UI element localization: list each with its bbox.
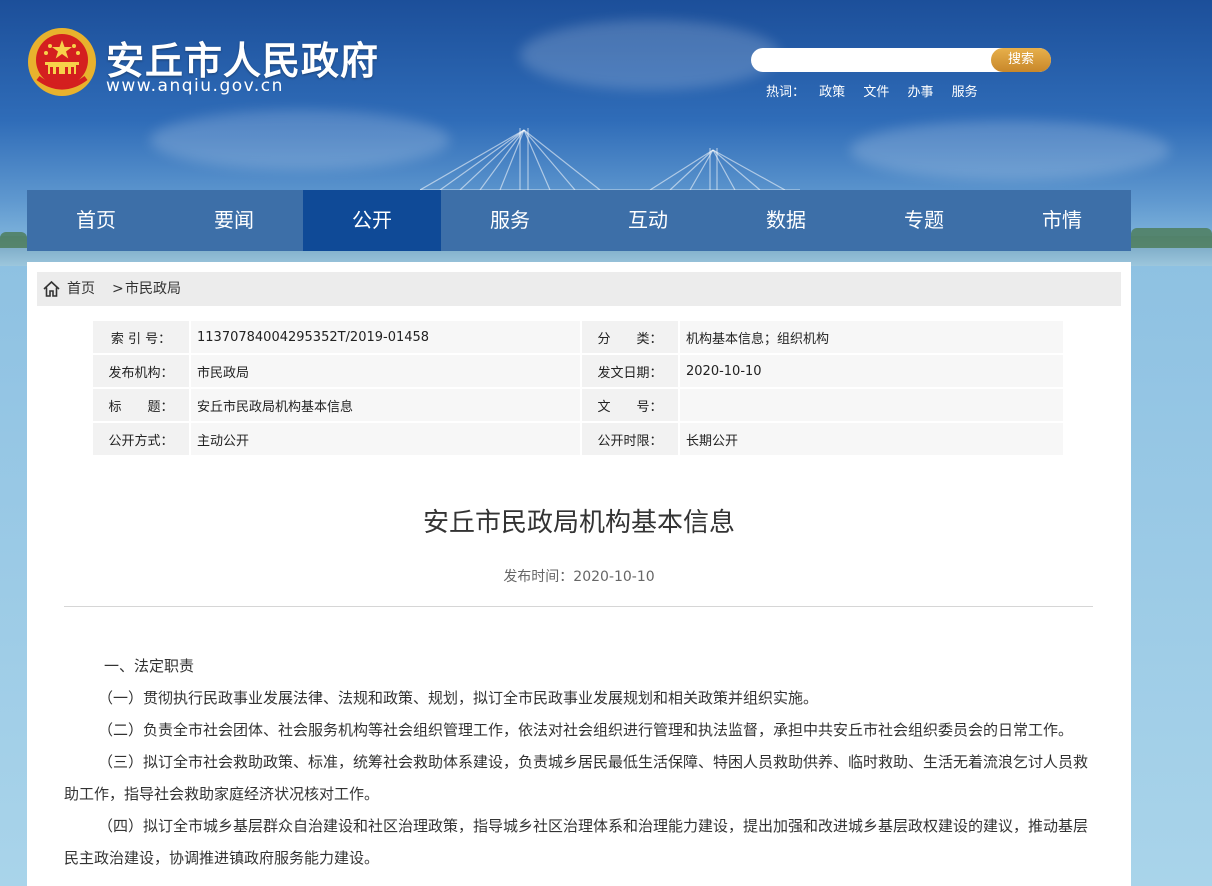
body-paragraph: （四）拟订全市城乡基层群众自治建设和社区治理政策，指导城乡社区治理体系和治理能力…	[64, 817, 1089, 867]
table-row: 索 引 号： 11370784004295352T/2019-01458 分 类…	[93, 321, 1063, 353]
meta-value: 主动公开	[191, 423, 580, 455]
nav-item-data[interactable]: 数据	[717, 190, 855, 251]
main-nav: 首页 要闻 公开 服务 互动 数据 专题 市情	[27, 190, 1131, 251]
hotword-link[interactable]: 政策	[819, 85, 845, 100]
divider	[64, 606, 1093, 607]
hotword-link[interactable]: 服务	[952, 85, 978, 100]
cloud-decoration	[520, 20, 780, 90]
nav-item-city-info[interactable]: 市情	[993, 190, 1131, 251]
publish-time: 发布时间：2020-10-10	[503, 569, 655, 585]
search-input[interactable]	[761, 51, 986, 69]
meta-value: 机构基本信息；组织机构	[680, 321, 1063, 353]
search-button[interactable]: 搜索	[991, 48, 1051, 72]
meta-label: 标 题：	[93, 389, 189, 421]
meta-value	[680, 389, 1063, 421]
body-paragraph: （一）贯彻执行民政事业发展法律、法规和政策、规划，拟订全市民政事业发展规划和相关…	[98, 689, 819, 707]
table-row: 发布机构： 市民政局 发文日期： 2020-10-10	[93, 355, 1063, 387]
hotword-link[interactable]: 办事	[907, 85, 933, 100]
body-paragraph: （三）拟订全市社会救助政策、标准，统筹社会救助体系建设，负责城乡居民最低生活保障…	[64, 753, 1089, 803]
meta-label: 文 号：	[582, 389, 678, 421]
article-body: 一、法定职责 （一）贯彻执行民政事业发展法律、法规和政策、规划，拟订全市民政事业…	[64, 650, 1093, 874]
search-bar: 搜索	[751, 48, 1051, 72]
document-meta-table: 索 引 号： 11370784004295352T/2019-01458 分 类…	[91, 319, 1065, 457]
cloud-decoration	[850, 120, 1170, 180]
trees-decoration	[0, 232, 27, 248]
table-row: 公开方式： 主动公开 公开时限： 长期公开	[93, 423, 1063, 455]
bridge-illustration	[420, 128, 800, 190]
breadcrumb: 首页 > 市民政局	[37, 272, 1121, 306]
nav-item-topics[interactable]: 专题	[855, 190, 993, 251]
hotword-link[interactable]: 文件	[863, 85, 889, 100]
meta-label: 发布机构：	[93, 355, 189, 387]
national-emblem-logo	[28, 28, 96, 96]
meta-label: 发文日期：	[582, 355, 678, 387]
meta-value: 安丘市民政局机构基本信息	[191, 389, 580, 421]
meta-label: 分 类：	[582, 321, 678, 353]
meta-value: 11370784004295352T/2019-01458	[191, 321, 580, 353]
breadcrumb-current[interactable]: 市民政局	[125, 272, 181, 306]
meta-label: 公开方式：	[93, 423, 189, 455]
section-heading: 一、法定职责	[104, 657, 195, 675]
meta-label: 公开时限：	[582, 423, 678, 455]
breadcrumb-home-link[interactable]: 首页	[67, 272, 95, 306]
site-url: www.anqiu.gov.cn	[106, 76, 284, 96]
nav-item-services[interactable]: 服务	[441, 190, 579, 251]
content-panel: 首页 > 市民政局 索 引 号： 11370784004295352T/2019…	[27, 262, 1131, 886]
meta-value: 长期公开	[680, 423, 1063, 455]
nav-item-disclosure[interactable]: 公开	[303, 190, 441, 251]
hotwords-label: 热词：	[766, 85, 806, 100]
table-row: 标 题： 安丘市民政局机构基本信息 文 号：	[93, 389, 1063, 421]
nav-item-home[interactable]: 首页	[27, 190, 165, 251]
meta-label: 索 引 号：	[93, 321, 189, 353]
nav-item-interaction[interactable]: 互动	[579, 190, 717, 251]
breadcrumb-separator: >	[112, 281, 124, 297]
cloud-decoration	[150, 110, 450, 170]
nav-item-news[interactable]: 要闻	[165, 190, 303, 251]
article-title: 安丘市民政局机构基本信息	[422, 508, 735, 538]
meta-value: 2020-10-10	[680, 355, 1063, 387]
meta-value: 市民政局	[191, 355, 580, 387]
trees-decoration	[1131, 228, 1212, 248]
body-paragraph: （二）负责全市社会团体、社会服务机构等社会组织管理工作，依法对社会组织进行管理和…	[98, 721, 1074, 739]
hotwords: 热词： 政策 文件 办事 服务	[766, 81, 992, 100]
site-header: 安丘市人民政府 www.anqiu.gov.cn 搜索 热词： 政策 文件 办事…	[0, 0, 1212, 190]
home-icon	[43, 280, 60, 297]
